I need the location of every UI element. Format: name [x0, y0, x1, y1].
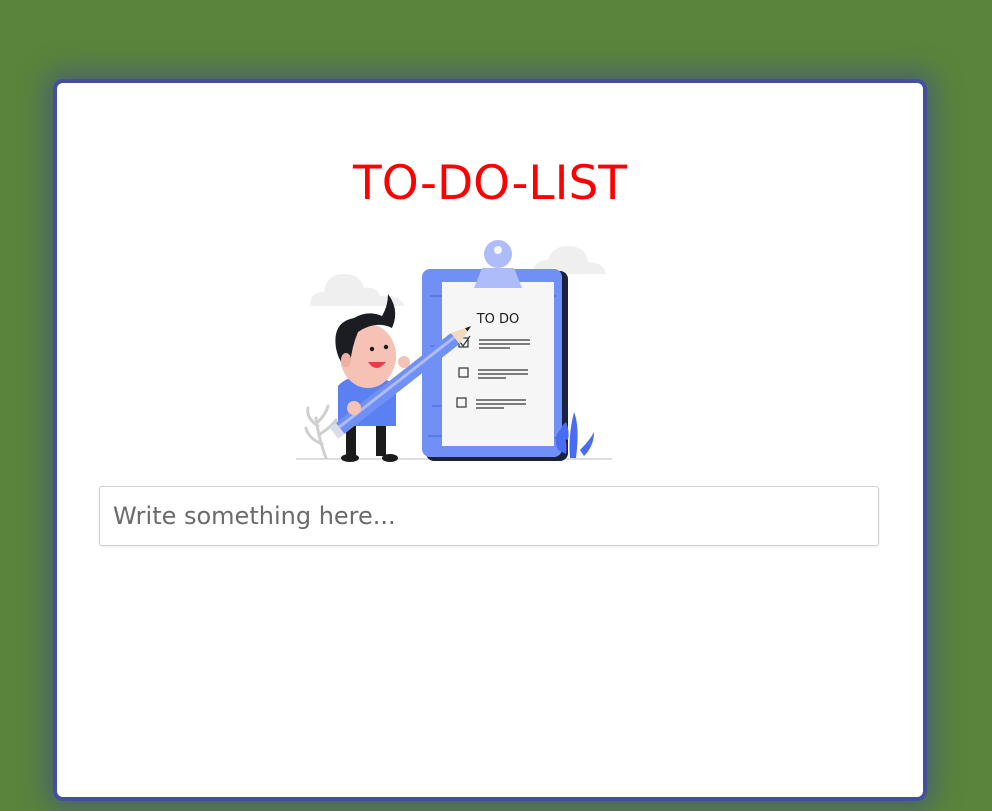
todo-card: TO-DO-LIST TO DO Write something here...	[53, 79, 927, 801]
task-list	[99, 563, 879, 763]
new-task-input[interactable]	[99, 486, 879, 546]
page-title: TO-DO-LIST	[352, 156, 627, 211]
plant-icon	[304, 404, 338, 460]
todo-illustration: TO DO	[296, 240, 612, 462]
clipboard-heading: TO DO	[476, 312, 520, 327]
